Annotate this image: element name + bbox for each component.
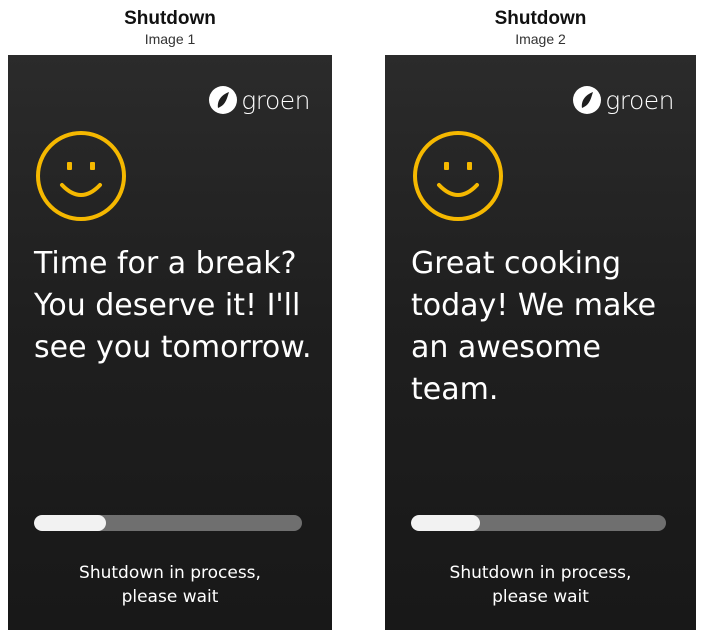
image-panel-2: Shutdown Image 2 groen Great cooking tod…	[385, 0, 696, 630]
device-screen: groen Great cooking today! We make an aw…	[385, 55, 696, 630]
status-line-1: Shutdown in process,	[449, 563, 632, 583]
status-text: Shutdown in process, please wait	[385, 561, 696, 609]
smiley-icon	[413, 131, 503, 221]
status-text: Shutdown in process, please wait	[8, 561, 332, 609]
progress-fill	[411, 515, 480, 531]
groen-logo-icon	[209, 86, 238, 114]
shutdown-message: Time for a break? You deserve it! I'll s…	[34, 246, 312, 365]
groen-logo: groen	[208, 85, 310, 115]
status-line-1: Shutdown in process,	[79, 563, 261, 583]
device-screen: groen Time for a break? You deserve it! …	[8, 55, 332, 630]
status-line-2: please wait	[492, 587, 589, 607]
caption-subtitle: Image 2	[515, 31, 566, 47]
caption-title: Shutdown	[494, 8, 587, 29]
groen-logo-icon	[573, 86, 602, 114]
progress-fill	[34, 515, 107, 531]
groen-logo: groen	[572, 85, 674, 115]
caption-subtitle: Image 1	[144, 31, 196, 47]
shutdown-progress-bar	[411, 515, 666, 531]
shutdown-progress-bar	[34, 515, 302, 531]
shutdown-message: Great cooking today! We make an awesome …	[411, 246, 657, 407]
smiley-icon	[36, 131, 126, 221]
image-panel-1: Shutdown Image 1 groen Time for a break?…	[8, 0, 332, 630]
logo-text: groen	[605, 85, 674, 115]
status-line-2: please wait	[121, 587, 219, 607]
caption-title: Shutdown	[124, 8, 216, 29]
logo-text: groen	[241, 85, 310, 115]
